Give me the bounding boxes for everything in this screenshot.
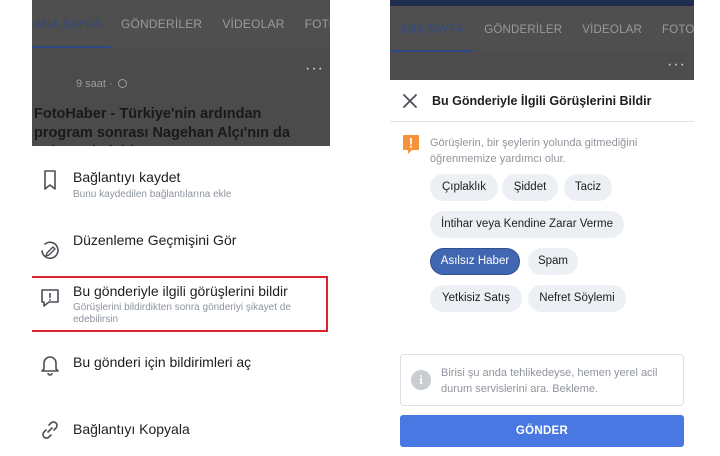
more-options-icon[interactable]: ··· [305, 60, 324, 78]
post-time: 9 saat [76, 78, 106, 90]
info-icon: i [411, 370, 431, 390]
tab-home[interactable]: ANA SAYFA [390, 8, 475, 52]
tab-photos[interactable]: FOTOĞR [652, 8, 694, 52]
post-text: FotoHaber - Türkiye'nin ardından program… [34, 106, 290, 146]
chip-spam[interactable]: Spam [528, 248, 578, 275]
options-sheet: Bağlantıyı kaydet Bunu kaydedilen bağlan… [32, 146, 330, 456]
dialog-title: Bu Gönderiyle İlgili Görüşlerini Bildir [432, 94, 652, 108]
chip-unauthorized-sales[interactable]: Yetkisiz Satış [430, 285, 522, 312]
menu-item-title: Düzenleme Geçmişini Gör [73, 232, 237, 248]
chip-nudity[interactable]: Çıplaklık [430, 174, 498, 201]
tab-videos[interactable]: VİDEOLAR [572, 8, 652, 52]
highlight-box [32, 276, 328, 332]
menu-item-save-link[interactable]: Bağlantıyı kaydet Bunu kaydedilen bağlan… [32, 152, 330, 210]
menu-item-title: Bağlantıyı kaydet [73, 169, 181, 185]
menu-item-edit-history[interactable]: Düzenleme Geçmişini Gör [32, 222, 330, 280]
chip-false-news[interactable]: Asılsız Haber [430, 248, 520, 275]
tab-photos[interactable]: FOTOĞ [295, 0, 330, 48]
dialog-header: Bu Gönderiyle İlgili Görüşlerini Bildir [390, 80, 694, 122]
menu-item-title: Bu gönderi için bildirimleri aç [73, 354, 252, 370]
bookmark-icon [44, 170, 56, 190]
chip-suicide-self-harm[interactable]: İntihar veya Kendine Zarar Verme [430, 211, 624, 238]
dialog-description: Görüşlerin, bir şeylerin yolunda gitmedi… [430, 137, 638, 165]
chip-violence[interactable]: Şiddet [502, 174, 558, 201]
post-meta: 9 saat · [76, 78, 127, 90]
chip-hate-speech[interactable]: Nefret Söylemi [528, 285, 626, 312]
tab-home[interactable]: ANA SAYFA [32, 0, 111, 48]
warning-icon [403, 135, 419, 154]
link-icon [42, 421, 58, 439]
tab-posts[interactable]: GÖNDERİLER [111, 0, 212, 48]
emergency-info-text: Birisi şu anda tehlikedeyse, hemen yerel… [441, 367, 658, 395]
chip-harassment[interactable]: Taciz [564, 174, 612, 201]
globe-icon [117, 79, 127, 88]
close-icon[interactable] [402, 93, 418, 109]
send-button[interactable]: GÖNDER [400, 415, 684, 447]
tab-videos[interactable]: VİDEOLAR [212, 0, 294, 48]
page-tabs: ANA SAYFA GÖNDERİLER VİDEOLAR FOTOĞ [32, 0, 330, 48]
right-screen: ANA SAYFA GÖNDERİLER VİDEOLAR FOTOĞR ···… [390, 0, 694, 456]
emergency-info-box: i Birisi şu anda tehlikedeyse, hemen yer… [400, 354, 684, 406]
tab-posts[interactable]: GÖNDERİLER [474, 8, 572, 52]
dimmed-feed: ANA SAYFA GÖNDERİLER VİDEOLAR FOTOĞ ··· … [32, 0, 330, 146]
status-strip [390, 0, 694, 6]
edit-history-icon [41, 241, 59, 260]
menu-item-copy-link[interactable]: Bağlantıyı Kopyala [32, 406, 330, 456]
left-screen: ANA SAYFA GÖNDERİLER VİDEOLAR FOTOĞ ··· … [32, 0, 330, 456]
page-tabs: ANA SAYFA GÖNDERİLER VİDEOLAR FOTOĞR [390, 8, 694, 52]
menu-item-subtitle: Bunu kaydedilen bağlantılarına ekle [73, 189, 232, 200]
menu-item-title: Bağlantıyı Kopyala [73, 421, 190, 437]
feedback-dialog: Bu Gönderiyle İlgili Görüşlerini Bildir … [390, 80, 694, 456]
menu-item-turn-on-notifications[interactable]: Bu gönderi için bildirimleri aç [32, 342, 330, 400]
dimmed-feed: ANA SAYFA GÖNDERİLER VİDEOLAR FOTOĞR ··· [390, 0, 694, 80]
more-options-icon[interactable]: ··· [667, 56, 686, 74]
bell-icon [41, 356, 59, 376]
